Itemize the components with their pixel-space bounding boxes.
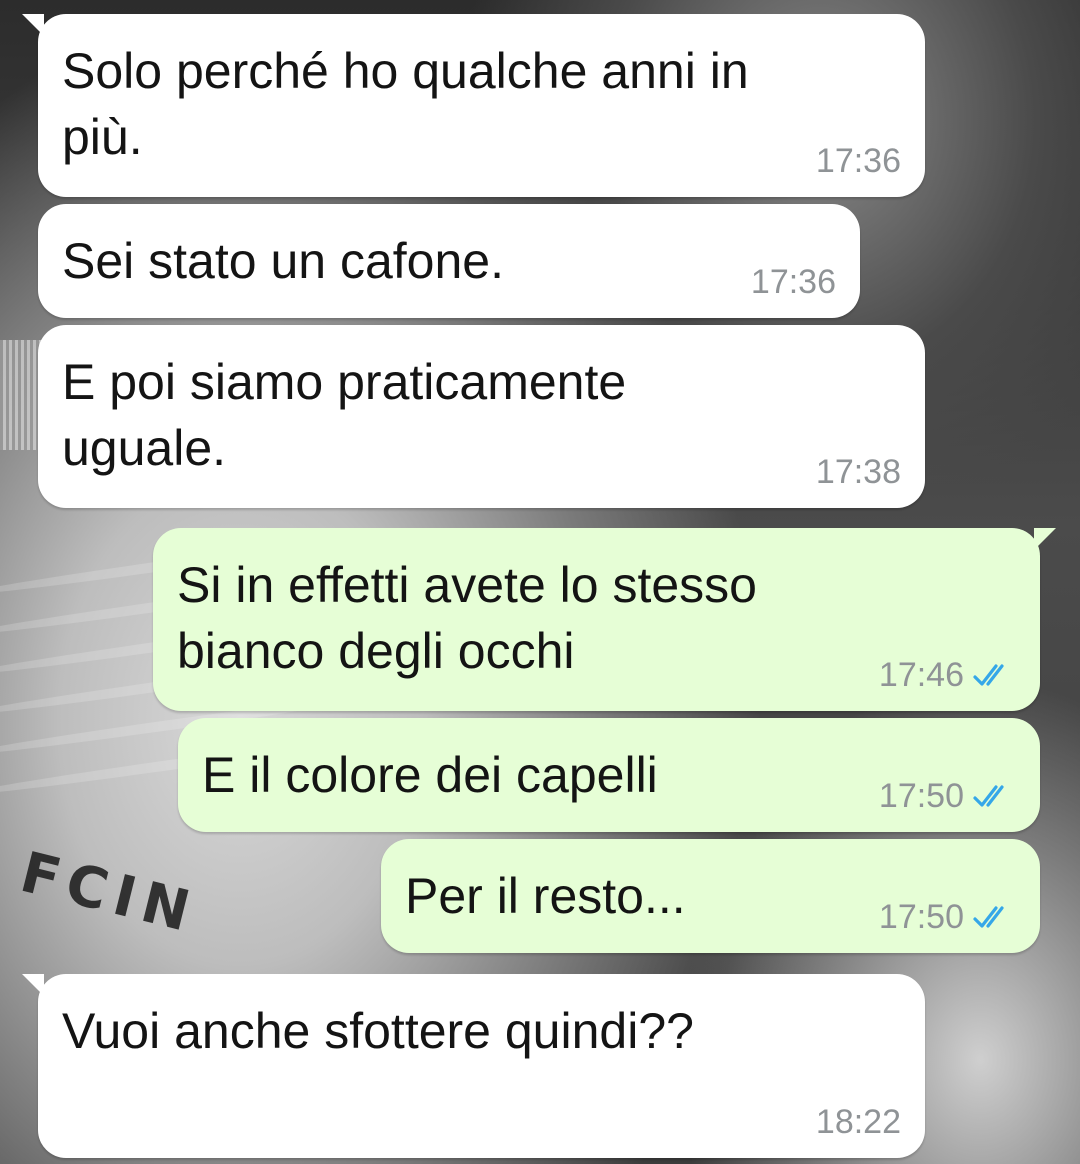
message-meta: 17:36 [751, 262, 836, 302]
bubble-tail [1034, 528, 1056, 550]
bubble-tail [22, 14, 44, 36]
message-time: 17:36 [815, 142, 901, 180]
message-bubble-incoming[interactable]: E poi siamo praticamente uguale. 17:38 [38, 325, 925, 508]
bubble-tail [22, 974, 44, 996]
message-meta: 17:50 [879, 897, 1016, 937]
message-bubble-outgoing[interactable]: Si in effetti avete lo stesso bianco deg… [153, 528, 1056, 711]
message-text: E poi siamo praticamente uguale. [62, 354, 627, 476]
message-text: Sei stato un cafone. [62, 233, 504, 289]
message-text: Solo perché ho qualche anni in più. [62, 43, 749, 165]
message-meta: 17:50 [879, 776, 1016, 816]
message-text: Per il resto... [405, 868, 686, 924]
message-bubble-outgoing[interactable]: Per il resto... 17:50 [381, 839, 1040, 953]
message-bubble-incoming[interactable]: Sei stato un cafone. 17:36 [38, 204, 860, 318]
message-meta: 18:22 [816, 1102, 901, 1142]
message-time: 17:50 [878, 777, 964, 815]
message-bubble-incoming[interactable]: Vuoi anche sfottere quindi?? 18:22 [22, 974, 925, 1158]
message-bubble-outgoing[interactable]: E il colore dei capelli 17:50 [178, 718, 1040, 832]
message-bubble-incoming[interactable]: Solo perché ho qualche anni in più. 17:3… [22, 14, 925, 197]
message-time: 17:38 [815, 453, 901, 491]
message-text: E il colore dei capelli [202, 747, 658, 803]
wallpaper-brand-text: FCIN [14, 840, 204, 947]
double-check-icon [973, 906, 1004, 928]
message-time: 17:46 [878, 656, 964, 694]
message-time: 17:50 [878, 898, 964, 936]
double-check-icon [973, 785, 1004, 807]
message-time: 17:36 [750, 263, 836, 301]
message-text: Si in effetti avete lo stesso bianco deg… [177, 557, 757, 679]
message-meta: 17:36 [816, 141, 901, 181]
message-time: 18:22 [815, 1103, 901, 1141]
message-meta: 17:46 [879, 655, 1016, 695]
message-meta: 17:38 [816, 452, 901, 492]
double-check-icon [973, 664, 1004, 686]
message-text: Vuoi anche sfottere quindi?? [62, 1003, 694, 1059]
